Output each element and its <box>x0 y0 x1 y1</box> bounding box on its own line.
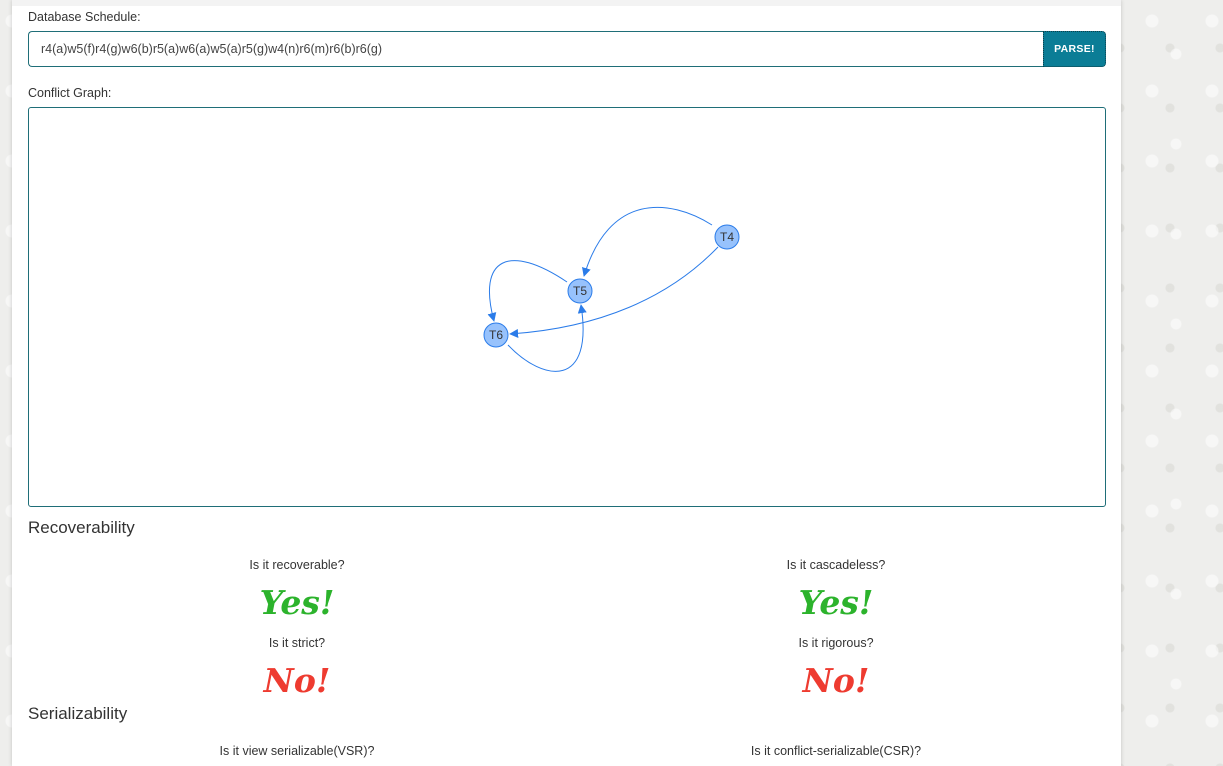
recoverability-title: Recoverability <box>28 518 135 537</box>
node-t4[interactable]: T4 <box>714 224 740 250</box>
parse-button[interactable]: PARSE! <box>1043 31 1106 67</box>
edge-t4-t5 <box>582 206 713 277</box>
conflict-graph-label: Conflict Graph: <box>28 86 112 100</box>
top-strip <box>12 0 1121 6</box>
recoverable-question: Is it recoverable? <box>249 558 345 572</box>
recoverable-answer: Yes! <box>259 583 335 622</box>
node-t4-label: T4 <box>720 230 734 244</box>
node-t5-label: T5 <box>573 284 587 298</box>
edge-t5-t6 <box>487 260 568 322</box>
conflict-graph-canvas[interactable]: T4 T5 T6 <box>28 107 1106 507</box>
schedule-input[interactable] <box>28 31 1043 67</box>
edge-t4-t6 <box>509 246 719 338</box>
schedule-form: PARSE! <box>28 31 1106 67</box>
csr-question: Is it conflict-serializable(CSR)? <box>750 744 922 758</box>
rigorous-answer: No! <box>802 661 870 700</box>
rigorous-question: Is it rigorous? <box>798 636 874 650</box>
strict-question: Is it strict? <box>268 636 326 650</box>
node-t6-label: T6 <box>489 328 503 342</box>
conflict-graph-svg: T4 T5 T6 <box>483 206 740 372</box>
edge-t6-t5 <box>507 304 587 372</box>
cascadeless-question: Is it cascadeless? <box>786 558 886 572</box>
node-t5[interactable]: T5 <box>567 278 593 304</box>
serializability-title: Serializability <box>28 704 128 723</box>
schedule-label: Database Schedule: <box>28 10 141 24</box>
strict-answer: No! <box>263 661 331 700</box>
main-panel: Database Schedule: PARSE! Conflict Graph… <box>12 0 1121 766</box>
vsr-question: Is it view serializable(VSR)? <box>219 744 375 758</box>
cascadeless-answer: Yes! <box>798 583 874 622</box>
node-t6[interactable]: T6 <box>483 322 509 348</box>
